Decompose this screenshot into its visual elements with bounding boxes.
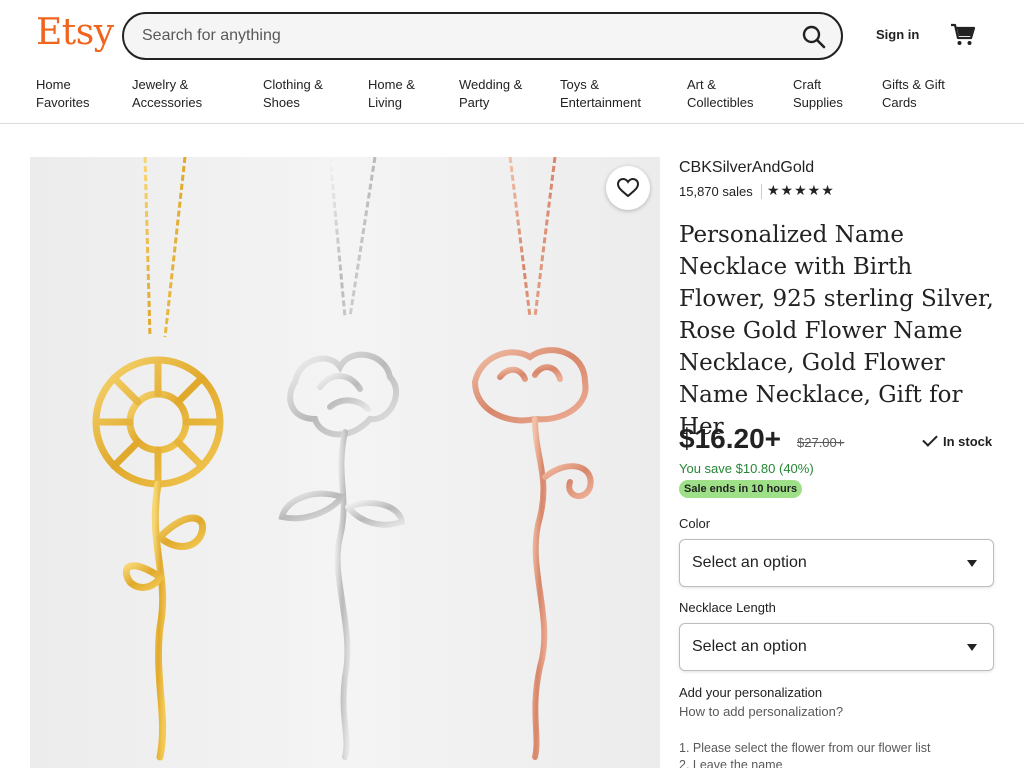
- stock-status: In stock: [922, 431, 993, 449]
- color-label: Color: [679, 516, 711, 531]
- sale-price: $16.20+: [679, 423, 781, 454]
- favorite-button[interactable]: [606, 166, 650, 210]
- category-nav: Home Favorites Jewelry & Accessories Cloth…: [36, 76, 1016, 116]
- color-select[interactable]: Select an option: [679, 539, 994, 587]
- category-toys[interactable]: Toys & Entertainment: [560, 76, 641, 112]
- caret-down-icon: [967, 644, 977, 651]
- category-label: Craft: [793, 77, 822, 92]
- category-label: Toys &: [560, 77, 600, 92]
- stock-label: In stock: [943, 434, 993, 449]
- category-home-living[interactable]: Home & Living: [368, 76, 415, 112]
- necklace-illustration: [92, 157, 594, 761]
- sign-in-link[interactable]: Sign in: [876, 27, 919, 42]
- etsy-logo[interactable]: Etsy: [36, 12, 114, 53]
- savings-text: You save $10.80 (40%): [679, 461, 814, 476]
- category-label: Clothing &: [263, 77, 323, 92]
- divider: [761, 184, 762, 199]
- category-label: Shoes: [263, 95, 300, 110]
- category-wedding[interactable]: Wedding & Party: [459, 76, 522, 112]
- personalization-label: Add your personalization: [679, 685, 823, 700]
- caret-down-icon: [967, 560, 977, 567]
- listing-title: Personalized Name Necklace with Birth Fl…: [679, 222, 994, 440]
- search-input[interactable]: [142, 24, 782, 48]
- search-icon: [802, 25, 826, 49]
- length-select[interactable]: Select an option: [679, 623, 994, 671]
- instruction-line: 1. Please select the flower from our flo…: [679, 741, 931, 755]
- rating-stars[interactable]: ★★★★★: [767, 182, 835, 199]
- personalization-help-link[interactable]: How to add personalization?: [679, 704, 843, 719]
- site-header: Etsy Sign in Home Favorites Jewelry & Acce…: [0, 0, 1024, 124]
- category-jewelry[interactable]: Jewelry & Accessories: [132, 76, 202, 112]
- category-label: Entertainment: [560, 95, 641, 110]
- length-select-value: Select an option: [692, 638, 807, 655]
- category-label: Accessories: [132, 95, 203, 110]
- search-button[interactable]: [799, 22, 829, 52]
- category-gifts[interactable]: Gifts & Gift Cards: [882, 76, 945, 112]
- length-label: Necklace Length: [679, 600, 776, 615]
- product-image[interactable]: [30, 157, 660, 768]
- category-home-favorites[interactable]: Home Favorites: [36, 76, 89, 112]
- sale-badge: Sale ends in 10 hours: [679, 480, 803, 498]
- check-icon: [922, 431, 938, 447]
- search-bar: [122, 12, 843, 60]
- original-price: $27.00+: [797, 435, 845, 450]
- instruction-line: 2. Leave the name: [679, 758, 783, 768]
- cart-button[interactable]: [950, 22, 976, 48]
- category-label: Art &: [687, 77, 716, 92]
- category-label: Favorites: [36, 95, 90, 110]
- category-label: Home: [36, 77, 71, 92]
- category-label: Collectibles: [687, 95, 754, 110]
- category-label: Home &: [368, 77, 415, 92]
- category-label: Supplies: [793, 95, 843, 110]
- heart-icon: [617, 178, 639, 198]
- category-label: Cards: [882, 95, 917, 110]
- personalization-instructions: 1. Please select the flower from our flo…: [679, 740, 931, 768]
- category-clothing[interactable]: Clothing & Shoes: [263, 76, 323, 112]
- category-label: Jewelry &: [132, 77, 189, 92]
- category-label: Gifts & Gift: [882, 77, 945, 92]
- shop-name-link[interactable]: CBKSilverAndGold: [679, 159, 814, 177]
- category-art[interactable]: Art & Collectibles: [687, 76, 753, 112]
- category-label: Wedding &: [459, 77, 523, 92]
- category-label: Party: [459, 95, 490, 110]
- cart-icon: [951, 23, 976, 45]
- sales-count: 15,870 sales: [679, 184, 753, 199]
- category-craft[interactable]: Craft Supplies: [793, 76, 843, 112]
- color-select-value: Select an option: [692, 554, 807, 571]
- category-label: Living: [368, 95, 402, 110]
